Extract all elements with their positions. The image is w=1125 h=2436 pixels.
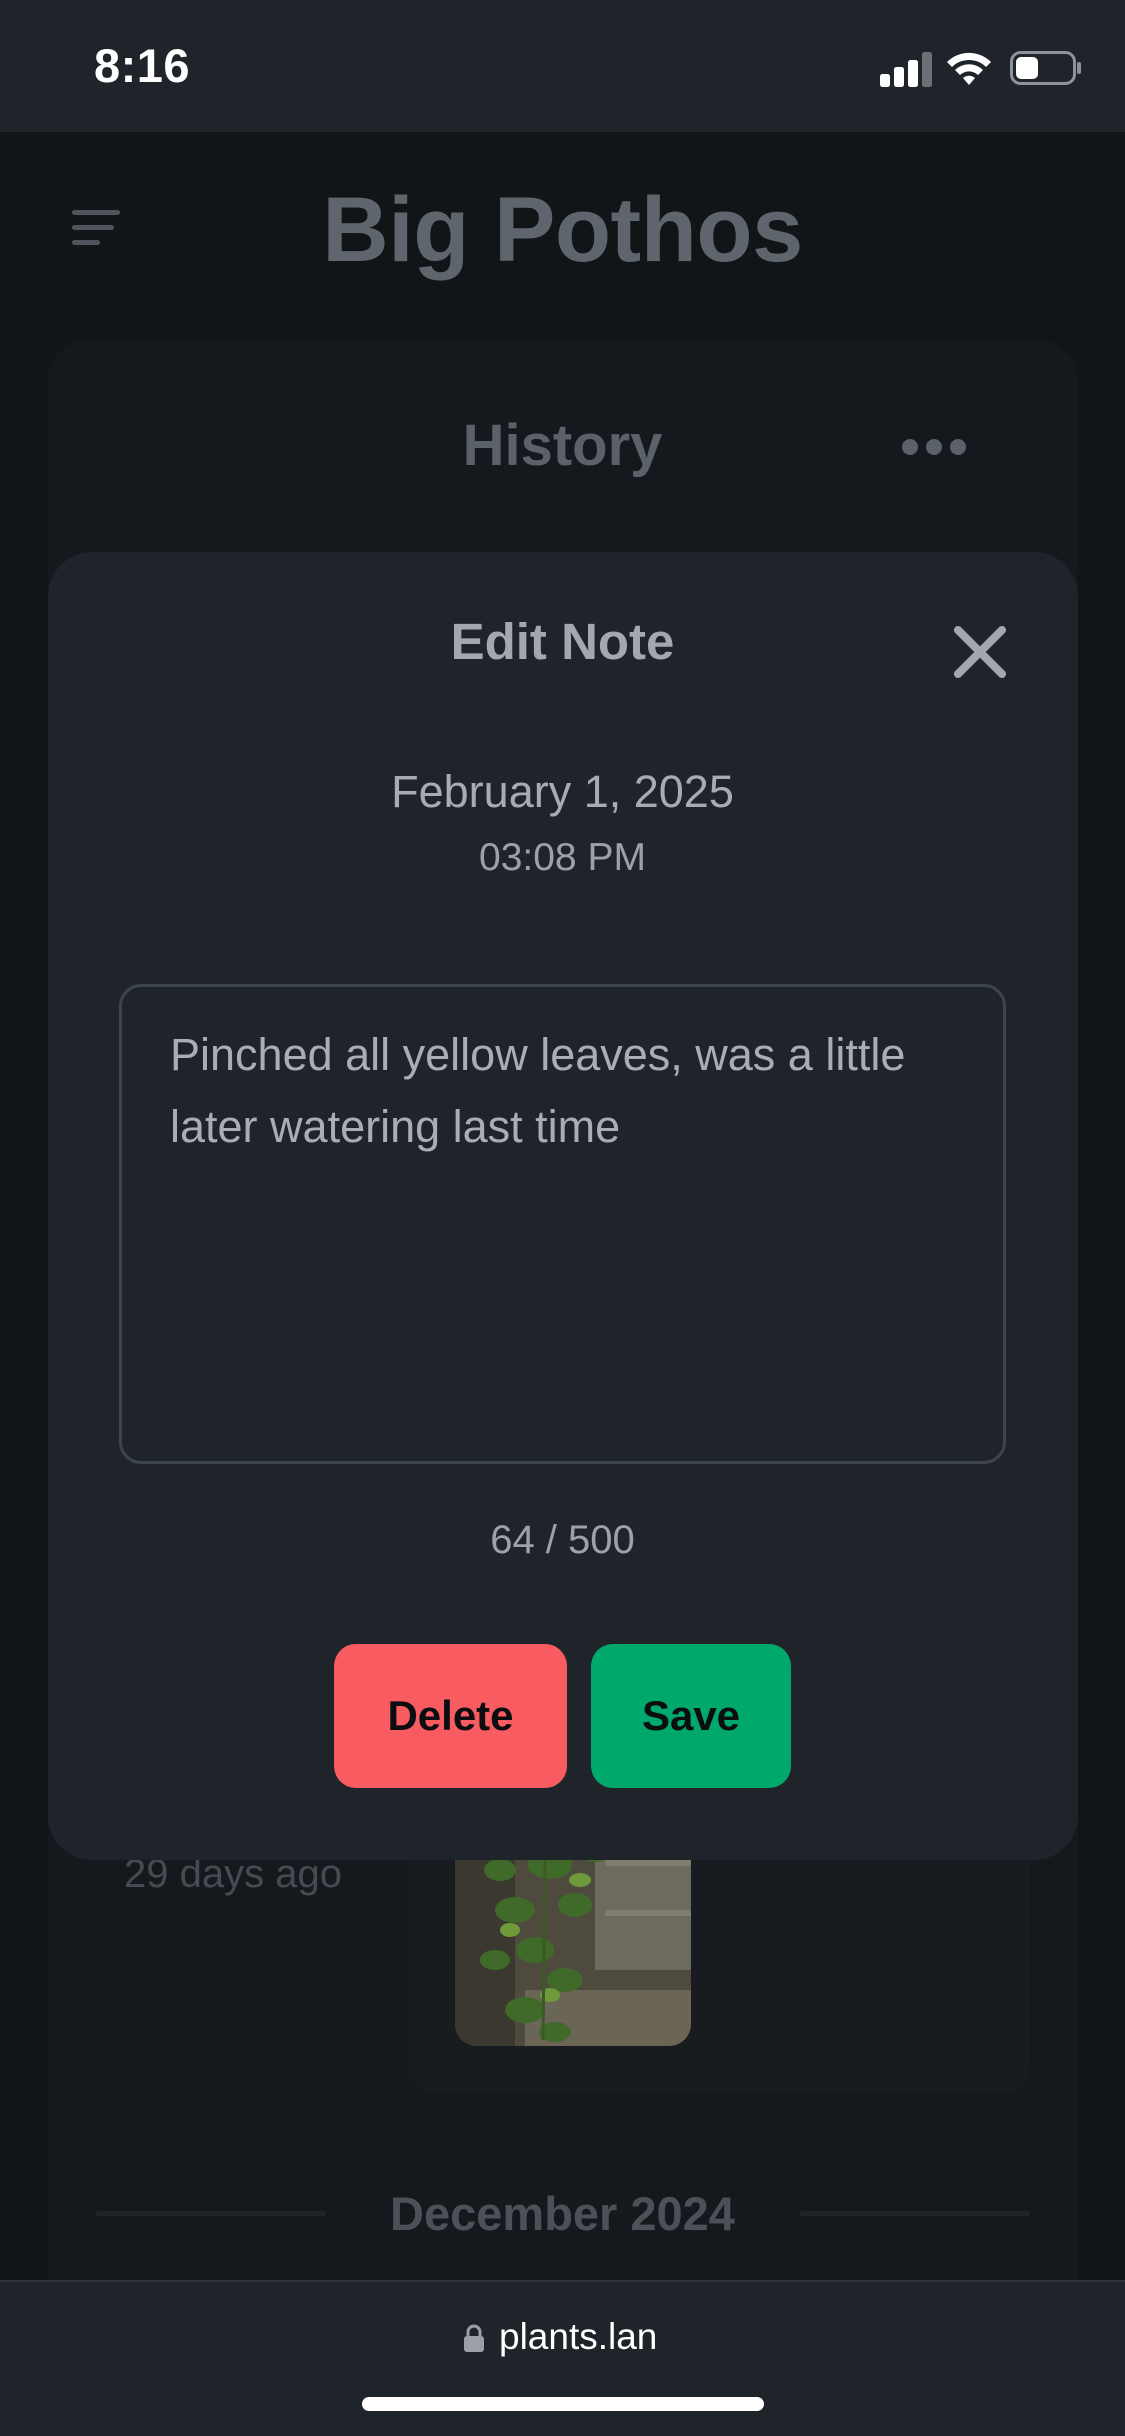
battery-icon xyxy=(1010,51,1081,85)
status-time: 8:16 xyxy=(94,39,191,92)
cellular-signal-icon xyxy=(880,51,932,87)
character-counter: 64 / 500 xyxy=(490,1518,635,1562)
lock-icon xyxy=(464,2324,484,2352)
more-options-icon[interactable] xyxy=(902,437,966,457)
delete-button[interactable]: Delete xyxy=(334,1644,567,1788)
save-button[interactable]: Save xyxy=(591,1644,791,1788)
page-title: Big Pothos xyxy=(322,179,803,281)
month-label: December 2024 xyxy=(390,2187,735,2240)
screen: 8:16 Big Pothos History 29 days ago Dece… xyxy=(0,0,1125,2436)
note-date: February 1, 2025 xyxy=(391,766,734,817)
close-button[interactable] xyxy=(950,622,1010,682)
home-indicator[interactable] xyxy=(362,2397,764,2411)
close-icon xyxy=(954,626,1006,678)
url-text[interactable]: plants.lan xyxy=(499,2316,657,2358)
url-bar-divider xyxy=(0,2280,1125,2282)
wifi-icon xyxy=(947,52,991,85)
browser-url-bar[interactable] xyxy=(0,2280,1125,2436)
status-bar: 8:16 xyxy=(0,0,1125,132)
note-textarea[interactable]: Pinched all yellow leaves, was a little … xyxy=(119,984,1006,1464)
note-time: 03:08 PM xyxy=(479,836,646,879)
